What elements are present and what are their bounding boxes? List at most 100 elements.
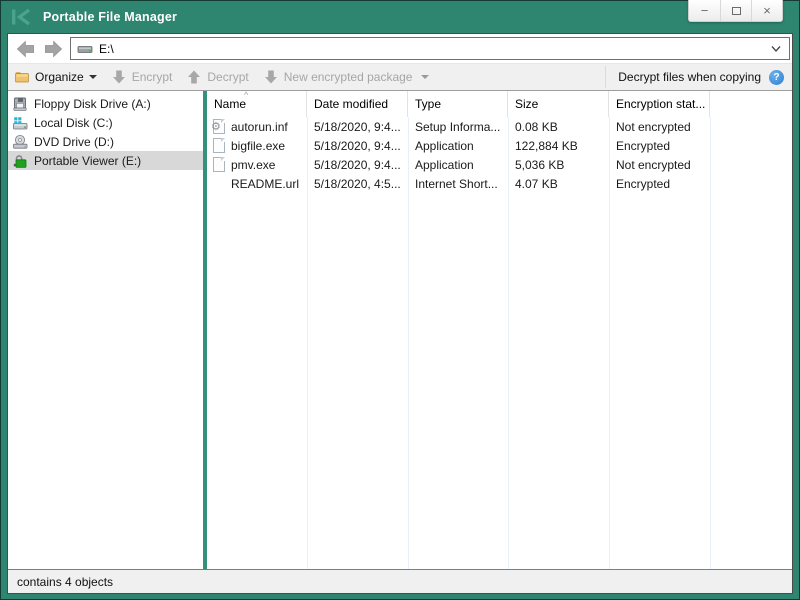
column-header-label: Date modified [314, 97, 389, 111]
file-date: 5/18/2020, 9:4... [314, 119, 401, 134]
file-size: 122,884 KB [515, 138, 578, 153]
window-title: Portable File Manager [43, 9, 178, 24]
sidebar-item-dvd-d[interactable]: DVD Drive (D:) [8, 132, 203, 151]
package-down-arrow-icon [264, 70, 277, 84]
toolbar-separator [605, 66, 607, 88]
file-type: Application [415, 138, 474, 153]
decrypt-when-copying-label: Decrypt files when copying [618, 70, 761, 84]
blank-file-icon [211, 138, 227, 154]
package-dropdown-icon[interactable] [421, 75, 430, 79]
organize-dropdown-icon [88, 75, 97, 79]
drive-icon [77, 45, 93, 53]
organize-label: Organize [35, 70, 84, 84]
organize-button[interactable]: Organize [14, 69, 97, 85]
drive-sidebar: Floppy Disk Drive (A:) Local Disk (C:) D… [8, 91, 203, 569]
file-row-pmv-exe[interactable]: pmv.exe 5/18/2020, 9:4... Application 5,… [207, 155, 792, 174]
forward-arrow-icon [44, 40, 62, 57]
window-controls: − × [688, 0, 783, 22]
encrypt-label: Encrypt [131, 70, 173, 84]
file-date: 5/18/2020, 9:4... [314, 138, 401, 153]
file-encryption-status: Not encrypted [616, 119, 691, 134]
sidebar-item-portable-e[interactable]: Portable Viewer (E:) [8, 151, 203, 170]
decrypt-button[interactable]: Decrypt [186, 69, 249, 85]
column-gridline [710, 117, 711, 569]
dvd-drive-icon [13, 134, 28, 149]
encrypt-button[interactable]: Encrypt [111, 69, 173, 85]
address-value: E:\ [99, 41, 114, 56]
file-encryption-status: Encrypted [616, 138, 671, 153]
chevron-down-icon[interactable] [771, 45, 781, 53]
maximize-icon [731, 6, 741, 15]
file-list-header: Name ^ Date modified Type Size Encryptio… [207, 91, 792, 117]
column-gridline [307, 117, 308, 569]
column-header-label: Size [515, 97, 539, 111]
file-name: pmv.exe [231, 157, 276, 172]
file-row-readme-url[interactable]: README.url 5/18/2020, 4:5... Internet Sh… [207, 174, 792, 193]
encrypt-down-arrow-icon [112, 70, 125, 84]
file-size: 0.08 KB [515, 119, 558, 134]
back-button[interactable] [14, 39, 36, 59]
status-text: contains 4 objects [17, 574, 114, 589]
column-header-label: Encryption stat... [616, 97, 706, 111]
file-date: 5/18/2020, 4:5... [314, 176, 401, 191]
decrypt-label: Decrypt [207, 70, 249, 84]
file-row-bigfile-exe[interactable]: bigfile.exe 5/18/2020, 9:4... Applicatio… [207, 136, 792, 155]
maximize-button[interactable] [720, 0, 751, 21]
minimize-button[interactable]: − [689, 0, 720, 21]
blank-file-icon [211, 157, 227, 173]
sort-ascending-icon: ^ [244, 91, 249, 100]
toolbar: Organize Encrypt Decrypt New encrypted p… [8, 63, 792, 91]
column-header-type[interactable]: Type [408, 91, 508, 117]
sidebar-item-label: Floppy Disk Drive (A:) [34, 96, 151, 111]
help-button[interactable]: ? [769, 69, 784, 85]
new-encrypted-package-label: New encrypted package [283, 70, 413, 84]
floppy-drive-icon [13, 97, 27, 111]
file-size: 5,036 KB [515, 157, 565, 172]
sidebar-item-label: DVD Drive (D:) [34, 134, 114, 149]
address-bar[interactable]: E:\ [70, 37, 790, 60]
close-button[interactable]: × [751, 0, 782, 21]
column-header-encryption-status[interactable]: Encryption stat... [609, 91, 710, 117]
setup-file-icon: ⚙ [211, 119, 227, 135]
sidebar-item-local-c[interactable]: Local Disk (C:) [8, 113, 203, 132]
file-type: Setup Informa... [415, 119, 501, 134]
column-header-size[interactable]: Size [508, 91, 609, 117]
sidebar-item-label: Local Disk (C:) [34, 115, 113, 130]
file-type: Application [415, 157, 474, 172]
back-arrow-icon [16, 40, 34, 57]
column-header-name[interactable]: Name ^ [207, 91, 307, 117]
forward-button[interactable] [42, 39, 64, 59]
decrypt-up-arrow-icon [188, 70, 201, 84]
toolbar-right: Decrypt files when copying ? [605, 66, 784, 88]
kaspersky-logo-icon [12, 8, 31, 25]
column-header-date-modified[interactable]: Date modified [307, 91, 408, 117]
file-row-autorun-inf[interactable]: ⚙ autorun.inf 5/18/2020, 9:4... Setup In… [207, 117, 792, 136]
folder-icon [15, 72, 29, 83]
title-bar: Portable File Manager − × [7, 0, 793, 33]
file-encryption-status: Not encrypted [616, 157, 691, 172]
app-window: Portable File Manager − × E:\ Organize E… [0, 0, 800, 600]
nav-arrow-group [10, 39, 70, 59]
column-gridline [508, 117, 509, 569]
column-header-label: Name [214, 97, 247, 111]
column-header-label: Type [415, 97, 442, 111]
navigation-bar: E:\ [8, 34, 792, 63]
help-icon: ? [773, 71, 780, 83]
file-list-panel: Name ^ Date modified Type Size Encryptio… [207, 91, 792, 569]
new-encrypted-package-button[interactable]: New encrypted package [263, 69, 430, 85]
minimize-icon: − [700, 3, 709, 18]
column-gridline [408, 117, 409, 569]
sidebar-item-label: Portable Viewer (E:) [34, 153, 142, 168]
lock-icon [13, 154, 27, 168]
window-body: E:\ Organize Encrypt Decrypt New encrypt… [7, 33, 793, 594]
file-name: README.url [231, 176, 300, 191]
file-name: bigfile.exe [231, 138, 286, 153]
file-date: 5/18/2020, 9:4... [314, 157, 401, 172]
close-icon: × [763, 3, 771, 18]
file-type: Internet Short... [415, 176, 498, 191]
column-gridline [609, 117, 610, 569]
local-disk-icon [13, 116, 28, 129]
sidebar-item-floppy-a[interactable]: Floppy Disk Drive (A:) [8, 94, 203, 113]
file-size: 4.07 KB [515, 176, 558, 191]
file-encryption-status: Encrypted [616, 176, 671, 191]
